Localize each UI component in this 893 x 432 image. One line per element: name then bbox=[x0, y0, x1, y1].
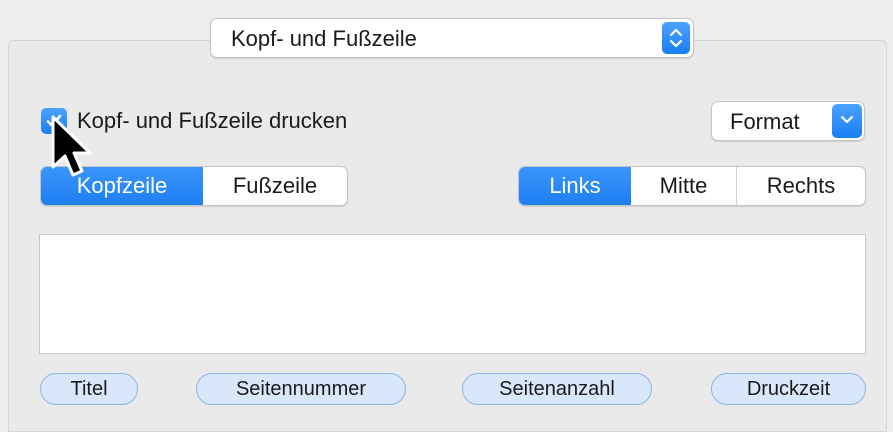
tab-kopfzeile[interactable]: Kopfzeile bbox=[41, 167, 203, 205]
section-popup[interactable]: Kopf- und Fußzeile bbox=[210, 18, 694, 58]
format-popup-label: Format bbox=[730, 109, 800, 134]
section-popup-label: Kopf- und Fußzeile bbox=[231, 26, 417, 51]
token-page-number-button[interactable]: Seitennummer bbox=[196, 373, 406, 405]
chevron-up-down-icon bbox=[662, 22, 690, 54]
chevron-down-icon bbox=[832, 104, 862, 138]
print-header-footer-checkbox[interactable] bbox=[41, 108, 67, 134]
tab-rechts[interactable]: Rechts bbox=[737, 167, 865, 205]
tab-links[interactable]: Links bbox=[519, 167, 631, 205]
print-header-footer-label[interactable]: Kopf- und Fußzeile drucken bbox=[77, 106, 347, 136]
print-settings-panel: Kopf- und Fußzeile Kopf- und Fußzeile dr… bbox=[0, 0, 893, 432]
token-page-count-button[interactable]: Seitenanzahl bbox=[462, 373, 652, 405]
token-print-time-button[interactable]: Druckzeit bbox=[711, 373, 866, 405]
tab-mitte[interactable]: Mitte bbox=[631, 167, 737, 205]
tab-fusszeile[interactable]: Fußzeile bbox=[203, 167, 347, 205]
format-popup[interactable]: Format bbox=[711, 101, 865, 141]
header-text-area[interactable] bbox=[39, 234, 866, 354]
alignment-segmented-control: Links Mitte Rechts bbox=[518, 166, 866, 206]
header-footer-segmented-control: Kopfzeile Fußzeile bbox=[40, 166, 348, 206]
token-title-button[interactable]: Titel bbox=[40, 373, 138, 405]
